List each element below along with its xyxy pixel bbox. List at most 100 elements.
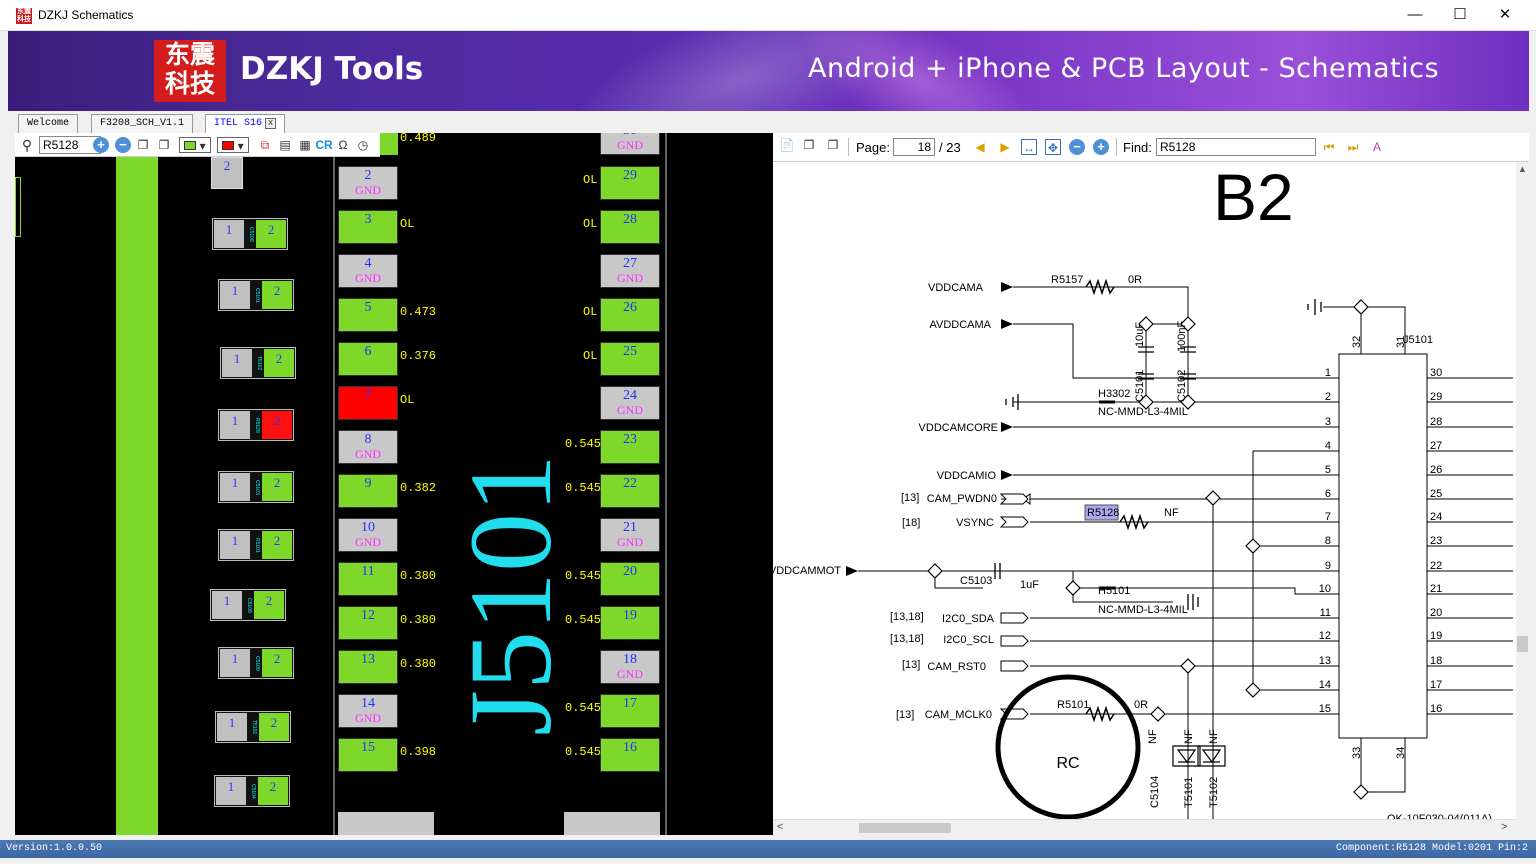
component-c5106[interactable]: 1 C5106 2 bbox=[212, 218, 288, 250]
pad-2[interactable]: 2 bbox=[262, 473, 292, 501]
scroll-up-icon[interactable]: ▲ bbox=[1518, 164, 1527, 174]
copy-icon[interactable]: ❐ bbox=[135, 137, 151, 153]
pad-1[interactable]: 1 bbox=[214, 220, 244, 248]
pin-18[interactable]: 18 GND bbox=[600, 650, 660, 684]
small-component[interactable]: 2 bbox=[211, 157, 243, 189]
zoom-in-icon[interactable]: + bbox=[93, 137, 109, 153]
pad-2[interactable]: 2 bbox=[254, 591, 284, 619]
board-view[interactable]: 2 1 C5106 2 1 C5101 2 1 T5102 2 1 R5128 2 1 C5103 2 1 R5… bbox=[15, 157, 773, 835]
pad-1[interactable]: 1 bbox=[220, 649, 250, 677]
component-r5101[interactable]: 1 R5101 2 bbox=[218, 529, 294, 561]
scroll-left-icon[interactable]: < bbox=[777, 821, 783, 833]
color-picker-green[interactable]: ▾ bbox=[179, 137, 211, 153]
pin-2[interactable]: 2 GND bbox=[338, 166, 398, 200]
scrollbar-thumb[interactable] bbox=[859, 823, 951, 833]
color-picker-red[interactable]: ▾ bbox=[217, 137, 249, 153]
pin-23[interactable]: 23 bbox=[600, 430, 660, 464]
pad-1[interactable]: 1 bbox=[217, 713, 247, 741]
pin-30[interactable]: 30GND bbox=[600, 133, 660, 155]
pad-2[interactable]: 2 bbox=[262, 649, 292, 677]
pin-7[interactable]: 7 bbox=[338, 386, 398, 420]
component-search-input[interactable] bbox=[39, 136, 101, 154]
search-icon[interactable]: ⚲ bbox=[19, 137, 35, 153]
zoom-in-icon[interactable]: + bbox=[1093, 139, 1109, 155]
pin-4[interactable]: 4 GND bbox=[338, 254, 398, 288]
pin-24[interactable]: 24 GND bbox=[600, 386, 660, 420]
tab-itel-s16[interactable]: ITEL S16 x bbox=[205, 114, 286, 133]
cr-button[interactable]: CR bbox=[314, 137, 334, 153]
pin-10[interactable]: 10 GND bbox=[338, 518, 398, 552]
pin-3[interactable]: 3 bbox=[338, 210, 398, 244]
pad-2[interactable]: 2 bbox=[264, 349, 294, 377]
maximize-icon[interactable]: ☐ bbox=[1437, 0, 1483, 30]
component-t5102[interactable]: 1 T5102 2 bbox=[220, 347, 296, 379]
pad-1[interactable]: 1 bbox=[220, 411, 250, 439]
pad-2[interactable]: 2 bbox=[256, 220, 286, 248]
vertical-scrollbar[interactable]: ▲ bbox=[1516, 162, 1529, 819]
pad-1[interactable]: 1 bbox=[220, 281, 250, 309]
pin-5[interactable]: 5 bbox=[338, 298, 398, 332]
pin-27[interactable]: 27 GND bbox=[600, 254, 660, 288]
pin-8[interactable]: 8 GND bbox=[338, 430, 398, 464]
pad-2[interactable]: 2 bbox=[258, 777, 288, 805]
pin-28[interactable]: 28 bbox=[600, 210, 660, 244]
zoom-out-icon[interactable]: − bbox=[1069, 139, 1085, 155]
pin-14[interactable]: 14 GND bbox=[338, 694, 398, 728]
pin-6[interactable]: 6 bbox=[338, 342, 398, 376]
pin-22[interactable]: 22 bbox=[600, 474, 660, 508]
pin-25[interactable]: 25 bbox=[600, 342, 660, 376]
pad-1[interactable]: 1 bbox=[220, 531, 250, 559]
pad-2[interactable]: 2 bbox=[262, 411, 292, 439]
tab-welcome[interactable]: Welcome bbox=[18, 114, 79, 133]
scrollbar-thumb[interactable] bbox=[1517, 636, 1528, 652]
clock-icon[interactable]: ◷ bbox=[355, 137, 371, 153]
prev-page-icon[interactable]: ◀ bbox=[972, 139, 988, 155]
tab-f3208-sch[interactable]: F3208_SCH_V1.1 bbox=[91, 114, 194, 133]
close-icon[interactable]: ✕ bbox=[1482, 0, 1528, 30]
fit-width-icon[interactable]: ↔ bbox=[1021, 139, 1037, 155]
pad-2[interactable]: 2 bbox=[262, 281, 292, 309]
pad-1[interactable]: 1 bbox=[222, 349, 252, 377]
pin-29[interactable]: 29 bbox=[600, 166, 660, 200]
pad-1[interactable]: 1 bbox=[212, 591, 242, 619]
component-c5104[interactable]: 1 C5104 2 bbox=[214, 775, 290, 807]
next-page-icon[interactable]: ▶ bbox=[997, 139, 1013, 155]
pin-11[interactable]: 11 bbox=[338, 562, 398, 596]
scroll-right-icon[interactable]: > bbox=[1501, 821, 1507, 833]
pin-15[interactable]: 15 bbox=[338, 738, 398, 772]
document-icon[interactable]: ▤ bbox=[277, 137, 293, 153]
component-c5103[interactable]: 1 C5103 2 bbox=[218, 471, 294, 503]
pin-16[interactable]: 16 bbox=[600, 738, 660, 772]
component-c5101[interactable]: 1 C5101 2 bbox=[218, 279, 294, 311]
component-c5109[interactable]: 1 C5109 2 bbox=[218, 647, 294, 679]
layers-icon[interactable]: ⧉ bbox=[257, 137, 273, 153]
component-c5108[interactable]: 1 C5108 2 bbox=[210, 589, 286, 621]
fit-page-icon[interactable]: ✥ bbox=[1045, 139, 1061, 155]
copy-icon[interactable]: ❐ bbox=[801, 137, 817, 153]
find-next-icon[interactable]: ⏭ bbox=[1345, 139, 1361, 155]
pin-21[interactable]: 21 GND bbox=[600, 518, 660, 552]
ohm-icon[interactable]: Ω bbox=[335, 137, 351, 153]
schematic-view[interactable]: VDDCAMA AVDDCAMA VDDCAMCORE VDDCAMIO CAM_PWD… bbox=[773, 162, 1516, 819]
pin-17[interactable]: 17 bbox=[600, 694, 660, 728]
pad-2[interactable]: 2 bbox=[262, 531, 292, 559]
horizontal-scrollbar[interactable]: < > bbox=[773, 819, 1516, 835]
zoom-out-icon[interactable]: − bbox=[115, 137, 131, 153]
pin-12[interactable]: 12 bbox=[338, 606, 398, 640]
pin-26[interactable]: 26 bbox=[600, 298, 660, 332]
highlight-icon[interactable]: A bbox=[1369, 139, 1385, 155]
pad-2[interactable]: 2 bbox=[259, 713, 289, 741]
page-number-input[interactable] bbox=[893, 138, 935, 156]
pin-20[interactable]: 20 bbox=[600, 562, 660, 596]
component-r5128[interactable]: 1 R5128 2 bbox=[218, 409, 294, 441]
pin-13[interactable]: 13 bbox=[338, 650, 398, 684]
find-input[interactable] bbox=[1156, 138, 1316, 156]
grid-icon[interactable]: ▦ bbox=[297, 137, 313, 153]
pad-1[interactable]: 1 bbox=[216, 777, 246, 805]
minimize-icon[interactable]: — bbox=[1392, 0, 1438, 30]
find-prev-icon[interactable]: ⏮ bbox=[1321, 139, 1337, 155]
pad-1[interactable]: 1 bbox=[220, 473, 250, 501]
tab-close-icon[interactable]: x bbox=[265, 118, 277, 129]
paste-icon[interactable]: ❐ bbox=[156, 137, 172, 153]
pin-19[interactable]: 19 bbox=[600, 606, 660, 640]
